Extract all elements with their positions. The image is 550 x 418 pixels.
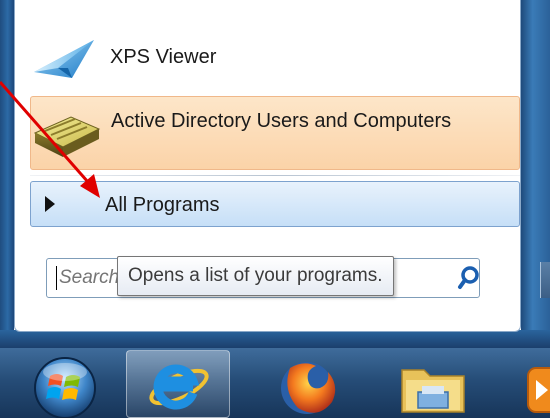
search-icon[interactable] [454,262,488,294]
firefox-icon[interactable] [272,354,342,418]
windows-orb-icon[interactable] [20,352,110,418]
active-directory-icon [33,116,101,157]
start-menu-frame-bottom [0,330,550,348]
start-menu-frame-left [0,0,14,345]
all-programs-button[interactable]: All Programs [30,181,520,227]
all-programs-tooltip: Opens a list of your programs. [117,256,394,296]
all-programs-label: All Programs [105,194,220,216]
internet-explorer-icon [149,364,209,410]
xps-viewer-icon [34,40,94,78]
menu-separator [30,175,520,176]
screenshot: XPS Viewer Active Directory Users and Co [0,0,550,418]
right-pane-button-edge[interactable] [540,262,550,298]
media-player-icon[interactable] [526,362,550,418]
taskbar-internet-explorer-button[interactable] [126,350,230,418]
pinned-program-active-directory[interactable]: Active Directory Users and Computers [30,96,520,170]
expand-arrow-icon [45,196,55,212]
pinned-program-label: Active Directory Users and Computers [111,110,452,132]
pinned-program-xps-viewer[interactable]: XPS Viewer [30,30,520,90]
pinned-program-label: XPS Viewer [110,46,217,68]
folder-icon[interactable] [396,356,470,418]
text-cursor [56,266,57,290]
